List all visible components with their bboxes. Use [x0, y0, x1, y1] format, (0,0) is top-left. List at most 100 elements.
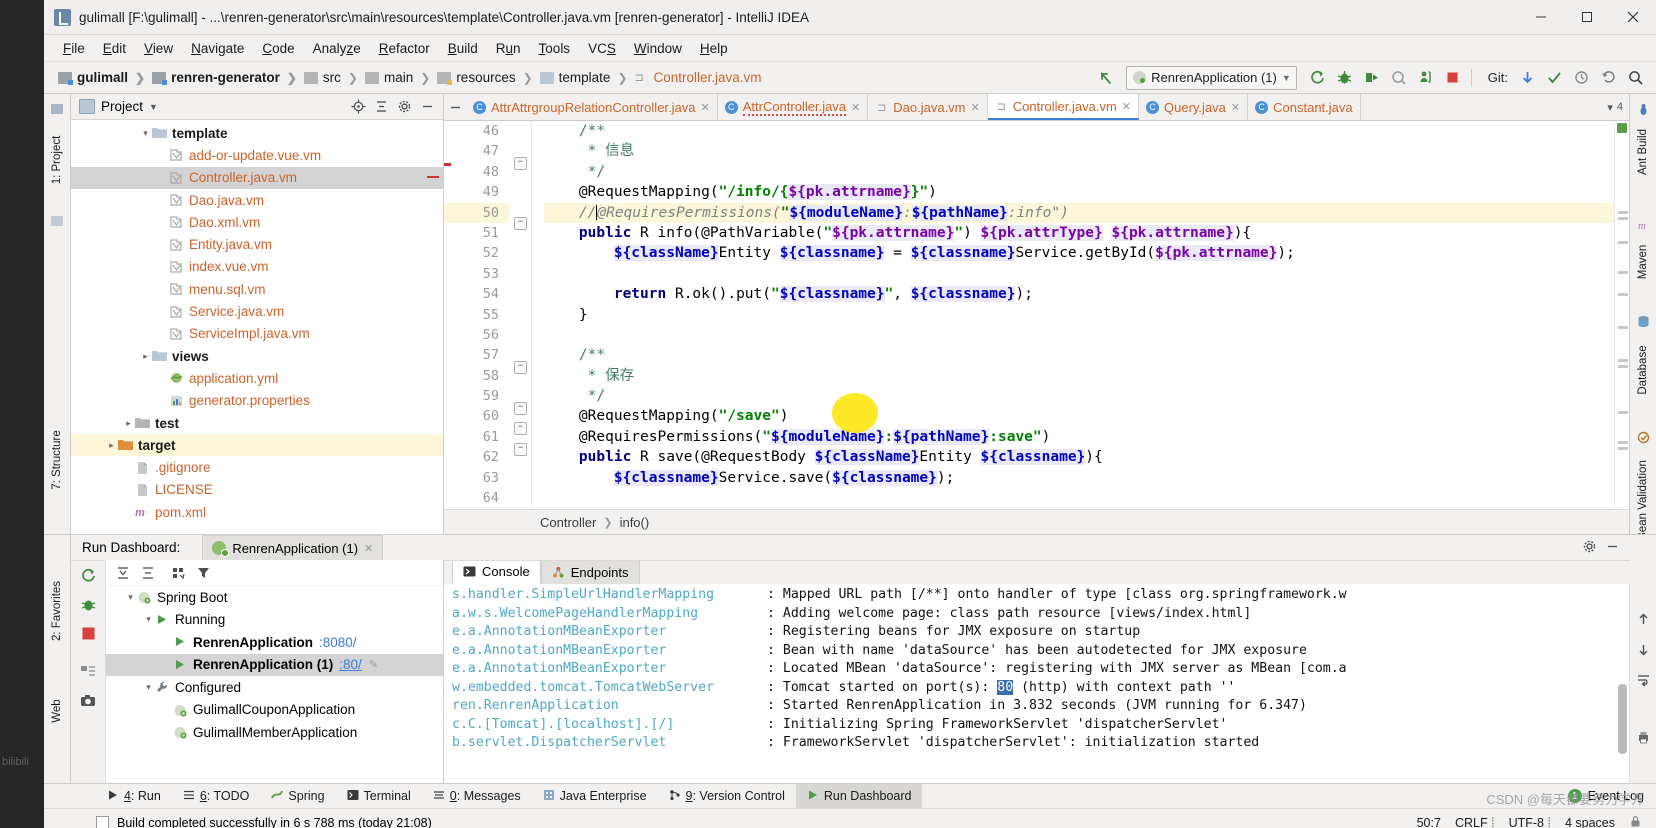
menu-run[interactable]: Run: [487, 39, 530, 58]
breadcrumb-item-resources[interactable]: resources ❯: [437, 70, 539, 85]
tool-window-button[interactable]: 6: TODO: [172, 784, 261, 808]
code-line[interactable]: @RequestMapping("/save"): [544, 406, 1614, 426]
breadcrumb-item-src[interactable]: src ❯: [303, 70, 365, 85]
project-tree-item[interactable]: index.vue.vm: [71, 256, 443, 278]
code-line[interactable]: [544, 325, 1614, 345]
editor-tab[interactable]: ⊐ Dao.java.vm ✕: [868, 94, 988, 120]
soft-wrap-icon[interactable]: [1636, 672, 1651, 690]
locate-icon[interactable]: [348, 97, 368, 117]
project-tree-item[interactable]: ServiceImpl.java.vm: [71, 323, 443, 345]
code-line[interactable]: ${classname}Service.save(${classname});: [544, 468, 1614, 488]
group-icon[interactable]: [168, 563, 190, 583]
code-folding-column[interactable]: − − − − − −: [509, 121, 532, 509]
fold-marker[interactable]: −: [514, 157, 527, 170]
run-with-coverage-icon[interactable]: [1359, 65, 1384, 90]
inspection-status-icon[interactable]: [1615, 121, 1629, 135]
update-project-icon[interactable]: [1515, 65, 1540, 90]
line-number[interactable]: 55: [444, 305, 509, 325]
console-output[interactable]: s.handler.SimpleUrlHandlerMapping: Mappe…: [444, 584, 1629, 783]
sidebar-item-maven[interactable]: Maven: [1637, 227, 1649, 297]
fold-marker[interactable]: −: [514, 217, 527, 230]
fold-marker[interactable]: −: [514, 443, 527, 456]
project-tree-item[interactable]: Entity.java.vm: [71, 233, 443, 255]
project-tree-item[interactable]: Controller.java.vm: [71, 166, 443, 189]
caret-position[interactable]: 50:7: [1417, 816, 1441, 828]
indent-setting[interactable]: 4 spaces: [1565, 816, 1615, 828]
tool-window-button[interactable]: Terminal: [336, 784, 422, 808]
code-editor[interactable]: 46 47 48 49 50 51 52 53 54 55 56 57 58 59 60 61 62 63 64 −…: [444, 121, 1629, 509]
breadcrumb-item-renren-generator[interactable]: renren-generator ❯: [152, 70, 304, 85]
code-line[interactable]: /**: [544, 121, 1614, 141]
run-dashboard-item[interactable]: ▾ Spring Boot: [106, 586, 443, 609]
print-icon[interactable]: [1636, 730, 1651, 748]
menu-analyze[interactable]: Analyze: [304, 39, 370, 58]
line-number[interactable]: 46: [444, 121, 509, 141]
code-line[interactable]: @RequiresPermissions("${moduleName}:${pa…: [544, 427, 1614, 447]
gear-icon[interactable]: [1582, 539, 1597, 557]
lock-icon[interactable]: [1629, 815, 1642, 828]
code-line[interactable]: @RequestMapping("/info/{${pk.attrname}}"…: [544, 182, 1614, 202]
close-icon[interactable]: ✕: [851, 101, 860, 114]
sidebar-item-project[interactable]: 1: Project: [51, 125, 63, 195]
editor-tab-overflow[interactable]: ▾ 4: [1607, 94, 1629, 120]
run-dashboard-item[interactable]: GulimallMemberApplication: [106, 721, 443, 744]
error-stripe-markers[interactable]: [1614, 121, 1629, 509]
run-configuration-selector[interactable]: RenrenApplication (1) ▼: [1126, 65, 1297, 90]
line-number[interactable]: 51: [444, 223, 509, 243]
commit-icon[interactable]: [1542, 65, 1567, 90]
chevron-down-icon[interactable]: ▾: [139, 128, 152, 139]
menu-build[interactable]: Build: [439, 39, 487, 58]
run-dashboard-tab[interactable]: RenrenApplication (1) ✕: [202, 535, 384, 560]
sidebar-item-ant-build[interactable]: Ant Build: [1637, 117, 1649, 187]
menu-tools[interactable]: Tools: [530, 39, 580, 58]
project-tree-item[interactable]: ▸ views: [71, 345, 443, 367]
line-number[interactable]: 48: [444, 162, 509, 182]
sidebar-item-web[interactable]: Web: [51, 681, 63, 741]
fold-marker[interactable]: −: [514, 361, 527, 374]
fold-marker[interactable]: −: [514, 422, 527, 435]
stop-icon[interactable]: [1440, 65, 1465, 90]
line-number[interactable]: 54: [444, 284, 509, 304]
code-line[interactable]: */: [544, 386, 1614, 406]
run-dashboard-item[interactable]: RenrenApplication (1):80/ ✎: [106, 653, 443, 676]
run-dashboard-item[interactable]: ▾ Configured: [106, 676, 443, 699]
screenshot-icon[interactable]: [77, 690, 99, 712]
close-icon[interactable]: ✕: [971, 101, 980, 114]
profile-icon[interactable]: [1386, 65, 1411, 90]
project-tree[interactable]: ▾ template add-or-update.vue.vm Controller.…: [71, 120, 443, 534]
menu-view[interactable]: View: [135, 39, 182, 58]
project-tree-item[interactable]: .gitignore: [71, 456, 443, 478]
line-number[interactable]: 49: [444, 182, 509, 202]
code-line[interactable]: [544, 264, 1614, 284]
line-number[interactable]: 64: [444, 488, 509, 508]
event-log-button[interactable]: Event Log: [1588, 789, 1644, 803]
menu-help[interactable]: Help: [691, 39, 737, 58]
line-number[interactable]: 56: [444, 325, 509, 345]
code-line[interactable]: /**: [544, 345, 1614, 365]
rerun-icon[interactable]: [1305, 65, 1330, 90]
code-line[interactable]: return R.ok().put("${classname}", ${clas…: [544, 284, 1614, 304]
project-tree-item[interactable]: menu.sql.vm: [71, 278, 443, 300]
expand-all-icon[interactable]: [112, 563, 134, 583]
project-tree-item[interactable]: Service.java.vm: [71, 300, 443, 322]
tool-window-button[interactable]: Run Dashboard: [795, 784, 923, 808]
line-separator[interactable]: CRLF ⁞: [1455, 816, 1495, 828]
line-number[interactable]: 58: [444, 366, 509, 386]
breadcrumb-item-controller-java-vm[interactable]: ⊐ Controller.java.vm: [635, 70, 762, 85]
menu-navigate[interactable]: Navigate: [182, 39, 253, 58]
breadcrumb-item-template[interactable]: template ❯: [539, 70, 635, 85]
hide-editor-tabs-icon[interactable]: [444, 94, 466, 120]
encoding[interactable]: UTF-8 ⁞: [1509, 816, 1551, 828]
project-tree-item[interactable]: ▾ template: [71, 122, 443, 144]
project-tree-item[interactable]: ▸ target: [71, 434, 443, 457]
close-icon[interactable]: ✕: [701, 101, 710, 114]
code-lines[interactable]: /** * 信息 */ @RequestMapping("/info/{${pk…: [532, 121, 1614, 509]
rerun-icon[interactable]: [77, 564, 99, 586]
breadcrumb-item-gulimall[interactable]: gulimall ❯: [58, 70, 152, 85]
line-number[interactable]: 57: [444, 345, 509, 365]
run-dashboard-tree[interactable]: ▾ Spring Boot ▾ Running RenrenApplication:80…: [106, 586, 443, 744]
editor-tab[interactable]: C AttrController.java ✕: [717, 94, 869, 120]
chevron-down-icon[interactable]: ▾: [1607, 101, 1613, 114]
tool-window-button[interactable]: Spring: [260, 784, 335, 808]
search-everywhere-icon[interactable]: [1623, 65, 1648, 90]
